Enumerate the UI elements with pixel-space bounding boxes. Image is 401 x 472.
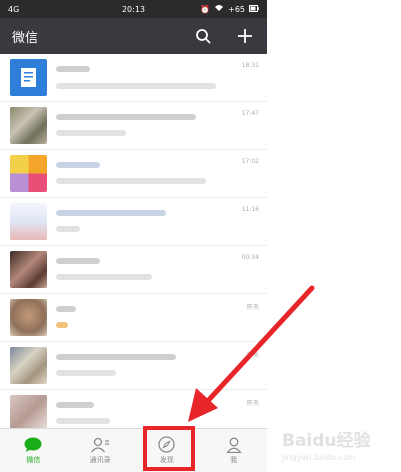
avatar: [10, 395, 47, 432]
avatar: [10, 203, 47, 240]
baidu-watermark: Baidu经验 jingyan.baidu.com: [282, 420, 400, 468]
chat-row[interactable]: 11:16: [0, 198, 267, 246]
blurred-name: [56, 210, 166, 216]
chat-row[interactable]: 昨天: [0, 342, 267, 390]
blurred-name: [56, 402, 94, 408]
chat-time: 昨天: [246, 400, 259, 407]
blurred-preview: [56, 370, 116, 376]
watermark-url: jingyan.baidu.com: [282, 453, 356, 462]
tab-contacts[interactable]: 通讯录: [67, 429, 134, 472]
blurred-preview: [56, 178, 206, 184]
header-actions: [193, 26, 255, 46]
chat-row[interactable]: 昨天: [0, 294, 267, 342]
right-margin: [267, 0, 401, 472]
chat-time: 17:47: [241, 110, 259, 117]
avatar: [10, 155, 47, 192]
chat-row[interactable]: 18:31: [0, 54, 267, 102]
contacts-icon: [91, 437, 110, 452]
tab-label: 通讯录: [89, 455, 111, 464]
blurred-name: [56, 306, 76, 312]
blurred-preview: [56, 130, 126, 136]
annotation-highlight-box: [143, 426, 195, 471]
chat-time: 昨天: [246, 304, 259, 311]
app-title: 微信: [12, 30, 39, 46]
tab-me[interactable]: 我: [200, 429, 267, 472]
document-icon: [21, 68, 36, 87]
watermark-logo: Baidu经验: [282, 431, 371, 451]
search-button[interactable]: [193, 26, 213, 46]
avatar: [10, 107, 47, 144]
blurred-name: [56, 258, 100, 264]
avatar: [10, 299, 47, 336]
blurred-name: [56, 114, 196, 120]
add-button[interactable]: [235, 26, 255, 46]
blurred-preview: [56, 322, 68, 328]
avatar: [10, 59, 47, 96]
chat-time: 17:02: [241, 158, 259, 165]
tab-label: 微信: [26, 455, 41, 464]
app-header: 微信: [0, 18, 267, 54]
chat-list: 18:31 17:47 17:02 11:16 00:34 昨天 昨天 昨天: [0, 54, 267, 436]
blurred-preview: [56, 418, 110, 424]
tab-chats[interactable]: 微信: [0, 429, 67, 472]
status-time: 20:13: [121, 4, 146, 14]
chat-time: 00:34: [241, 254, 259, 261]
avatar: [10, 347, 47, 384]
chat-row[interactable]: 00:34: [0, 246, 267, 294]
search-icon: [196, 29, 211, 44]
plus-icon: [238, 29, 252, 43]
chat-row[interactable]: 17:02: [0, 150, 267, 198]
chat-time: 18:31: [241, 62, 259, 69]
tab-label: 我: [230, 455, 238, 464]
blurred-name: [56, 354, 176, 360]
blurred-preview: [56, 83, 216, 89]
blurred-preview: [56, 274, 152, 280]
avatar: [10, 251, 47, 288]
blurred-preview: [56, 226, 80, 232]
phone-screen: 4G 20:13 ⏰ +65 微信 18:31 17:47 17:02 11:1…: [0, 0, 267, 472]
chat-row[interactable]: 17:47: [0, 102, 267, 150]
blurred-name: [56, 66, 90, 72]
chat-time: 11:16: [241, 206, 259, 213]
status-bar: 4G 20:13 ⏰ +65: [0, 0, 267, 18]
blurred-name: [56, 162, 100, 168]
tab-bar: 微信 通讯录 发现 我: [0, 428, 267, 472]
chat-time: 昨天: [246, 352, 259, 359]
chat-icon: [24, 437, 42, 452]
person-icon: [225, 437, 242, 453]
